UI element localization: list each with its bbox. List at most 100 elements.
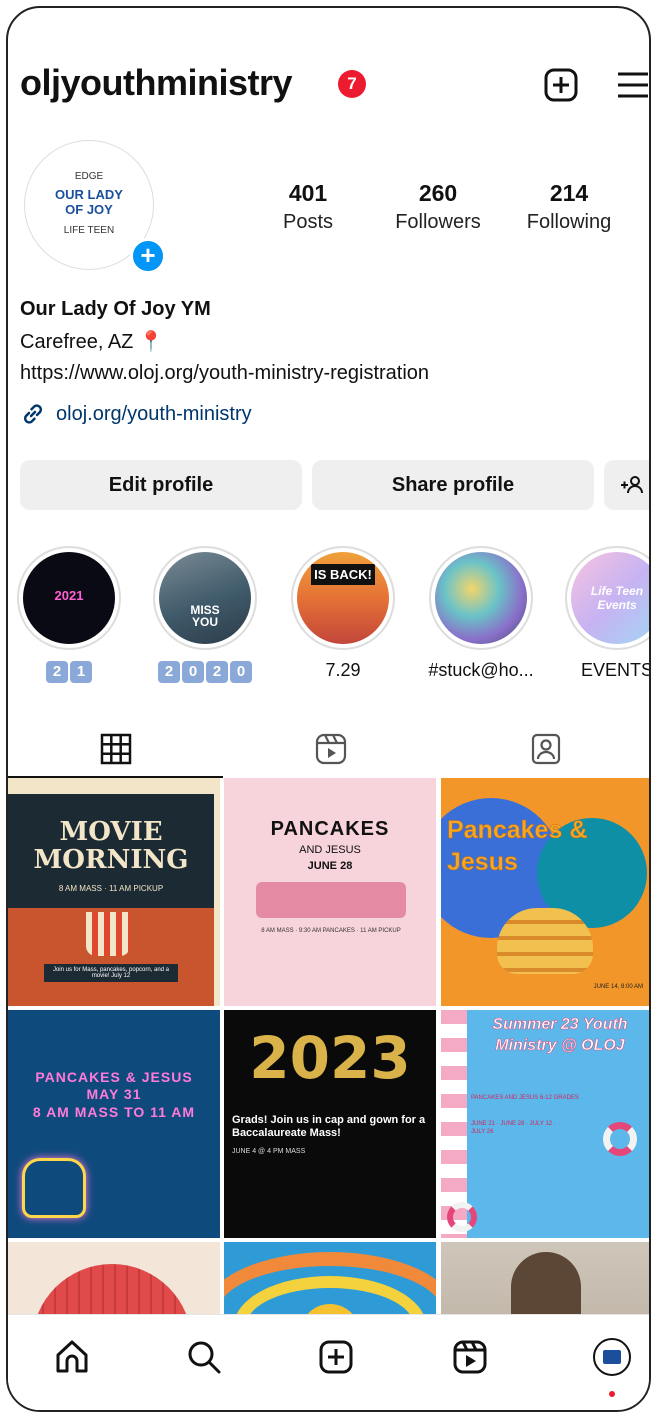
pancake-stack-graphic [497, 908, 593, 974]
highlight-caption: 21 [14, 660, 124, 683]
post-subtitle: PANCAKES AND JESUS 6-12 GRADES [471, 1095, 579, 1101]
post-date: JUNE 28 [307, 860, 353, 872]
add-person-icon [621, 476, 643, 494]
highlight-thumbnail: Life Teen Events [571, 552, 649, 644]
create-post-icon [319, 1340, 353, 1374]
life-ring-graphic [603, 1122, 637, 1156]
avatar-title-line2: OF JOY [65, 202, 113, 217]
post-tile-summer-23[interactable]: Summer 23 Youth Ministry @ OLOJ PANCAKES… [441, 1010, 649, 1238]
post-icon-band [256, 882, 406, 918]
highlight-ring[interactable]: IS BACK! [291, 546, 395, 650]
post-footer: JUNE 14, 8:00 AM [593, 984, 643, 990]
following-label: Following [526, 211, 612, 233]
highlight-thumbnail: 2021 [23, 552, 115, 644]
website-text: https://www.oloj.org/youth-ministry-regi… [20, 362, 430, 384]
discover-people-button[interactable] [604, 460, 649, 510]
avatar-title: OUR LADY OF JOY [25, 187, 153, 217]
tab-reels[interactable] [223, 720, 438, 778]
highlight-ring[interactable]: Life Teen Events [565, 546, 649, 650]
bio: Our Lady Of Joy YM Carefree, AZ 📍 https:… [20, 298, 637, 427]
notification-badge[interactable]: 7 [338, 70, 366, 98]
username[interactable]: oljyouthministry [20, 62, 293, 104]
post-tile-2023-grads[interactable]: 2023 Grads! Join us in cap and gown for … [224, 1010, 436, 1238]
avatar-lifeteen-text: LIFE TEEN [63, 225, 115, 236]
profile-avatar-icon [593, 1338, 631, 1376]
highlight-caption: 7.29 [325, 660, 361, 680]
avatar-title-line1: OUR LADY [55, 187, 123, 202]
location: Carefree, AZ 📍 [20, 331, 164, 353]
caption-box: 1 [70, 661, 92, 683]
highlight-2020[interactable]: MISS YOU 2020 [150, 546, 260, 683]
caption-box: 0 [230, 661, 252, 683]
search-icon [188, 1341, 221, 1374]
highlight-stuck[interactable]: #stuck@ho... [426, 546, 536, 681]
highlight-caption: #stuck@ho... [428, 660, 534, 680]
neon-pancake-graphic [22, 1158, 86, 1218]
home-icon [56, 1340, 88, 1373]
tab-tagged[interactable] [438, 720, 649, 778]
highlight-thumb-text: 2021 [54, 588, 84, 603]
post-title: PANCAKES & JESUS [35, 1069, 193, 1085]
highlight-caption: EVENTS [580, 660, 651, 680]
reels-icon [453, 1340, 487, 1374]
stat-following[interactable]: 214 Following [514, 180, 624, 234]
caption-box: 2 [46, 661, 68, 683]
menu-icon[interactable] [614, 66, 649, 104]
avatar-edge-text: EDGE [74, 171, 104, 182]
profile-tabs [8, 720, 649, 778]
post-title: PANCAKES [270, 818, 390, 840]
nav-home[interactable] [50, 1335, 94, 1379]
grid-icon [100, 733, 131, 765]
highlight-ring[interactable]: 2021 [17, 546, 121, 650]
post-title: Pancakes & Jesus [447, 816, 588, 877]
highlight-events[interactable]: Life Teen Events EVENTS [562, 546, 651, 681]
share-profile-button[interactable]: Share profile [312, 460, 594, 510]
highlight-thumb-text: MISS YOU [190, 603, 220, 629]
highlight-ring[interactable] [429, 546, 533, 650]
tagged-icon [531, 733, 560, 765]
highlight-thumbnail: MISS YOU [159, 552, 251, 644]
tab-posts-grid[interactable] [8, 720, 223, 778]
reels-icon [315, 733, 346, 765]
add-story-icon[interactable]: + [130, 238, 166, 274]
profile-link-text[interactable]: oloj.org/youth-ministry [56, 403, 252, 426]
profile-notification-dot [609, 1391, 615, 1397]
life-ring-graphic [447, 1202, 477, 1232]
nav-search[interactable] [182, 1335, 226, 1379]
stat-posts[interactable]: 401 Posts [258, 180, 358, 234]
post-footer: JUNE 21 · JUNE 28 · JULY 12 · JULY 26 [471, 1121, 556, 1135]
post-date: 8 AM MASS TO 11 AM [32, 1104, 196, 1120]
post-tile-pancakes-jesus[interactable]: Pancakes & Jesus JUNE 14, 8:00 AM [441, 778, 649, 1006]
highlight-ring[interactable]: MISS YOU [153, 546, 257, 650]
following-count: 214 [549, 180, 589, 206]
post-title: 2023 [249, 1024, 411, 1092]
highlight-thumb-text: Life Teen Events [590, 584, 644, 612]
highlight-21[interactable]: 2021 21 [14, 546, 124, 683]
post-footer: 8 AM MASS · 9:30 AM PANCAKES · 11 AM PIC… [261, 928, 401, 934]
nav-reels[interactable] [448, 1335, 492, 1379]
top-bar: oljyouthministry 7 [20, 58, 648, 118]
post-subtitle: 8 AM MASS · 11 AM PICKUP [58, 884, 164, 893]
post-tile-movie-morning[interactable]: MOVIE MORNING 8 AM MASS · 11 AM PICKUP J… [8, 778, 220, 1006]
stat-followers[interactable]: 260 Followers [378, 180, 498, 234]
highlight-729[interactable]: IS BACK! 7.29 [288, 546, 398, 681]
post-tile-pancakes-may31[interactable]: PANCAKES & JESUS MAY 31 8 AM MASS TO 11 … [8, 1010, 220, 1238]
followers-label: Followers [395, 211, 481, 233]
profile-link[interactable]: oloj.org/youth-ministry [20, 401, 637, 427]
followers-count: 260 [418, 180, 458, 206]
bottom-navigation [8, 1314, 649, 1410]
nav-create[interactable] [314, 1335, 358, 1379]
post-subtitle: AND JESUS [299, 844, 361, 856]
highlight-thumb-text: IS BACK! [311, 564, 375, 585]
link-icon [24, 404, 42, 424]
posts-label: Posts [282, 211, 334, 233]
caption-box: 2 [158, 661, 180, 683]
post-subtitle: MAY 31 [86, 1086, 142, 1102]
edit-profile-button[interactable]: Edit profile [20, 460, 302, 510]
create-icon[interactable] [542, 66, 580, 104]
highlight-thumbnail: IS BACK! [297, 552, 389, 644]
nav-profile[interactable] [590, 1335, 634, 1379]
highlight-caption: 2020 [150, 660, 260, 683]
post-tile-pancakes-june28[interactable]: PANCAKES AND JESUS JUNE 28 8 AM MASS · 9… [224, 778, 436, 1006]
profile-avatar[interactable]: EDGE OUR LADY OF JOY LIFE TEEN + [24, 140, 166, 274]
